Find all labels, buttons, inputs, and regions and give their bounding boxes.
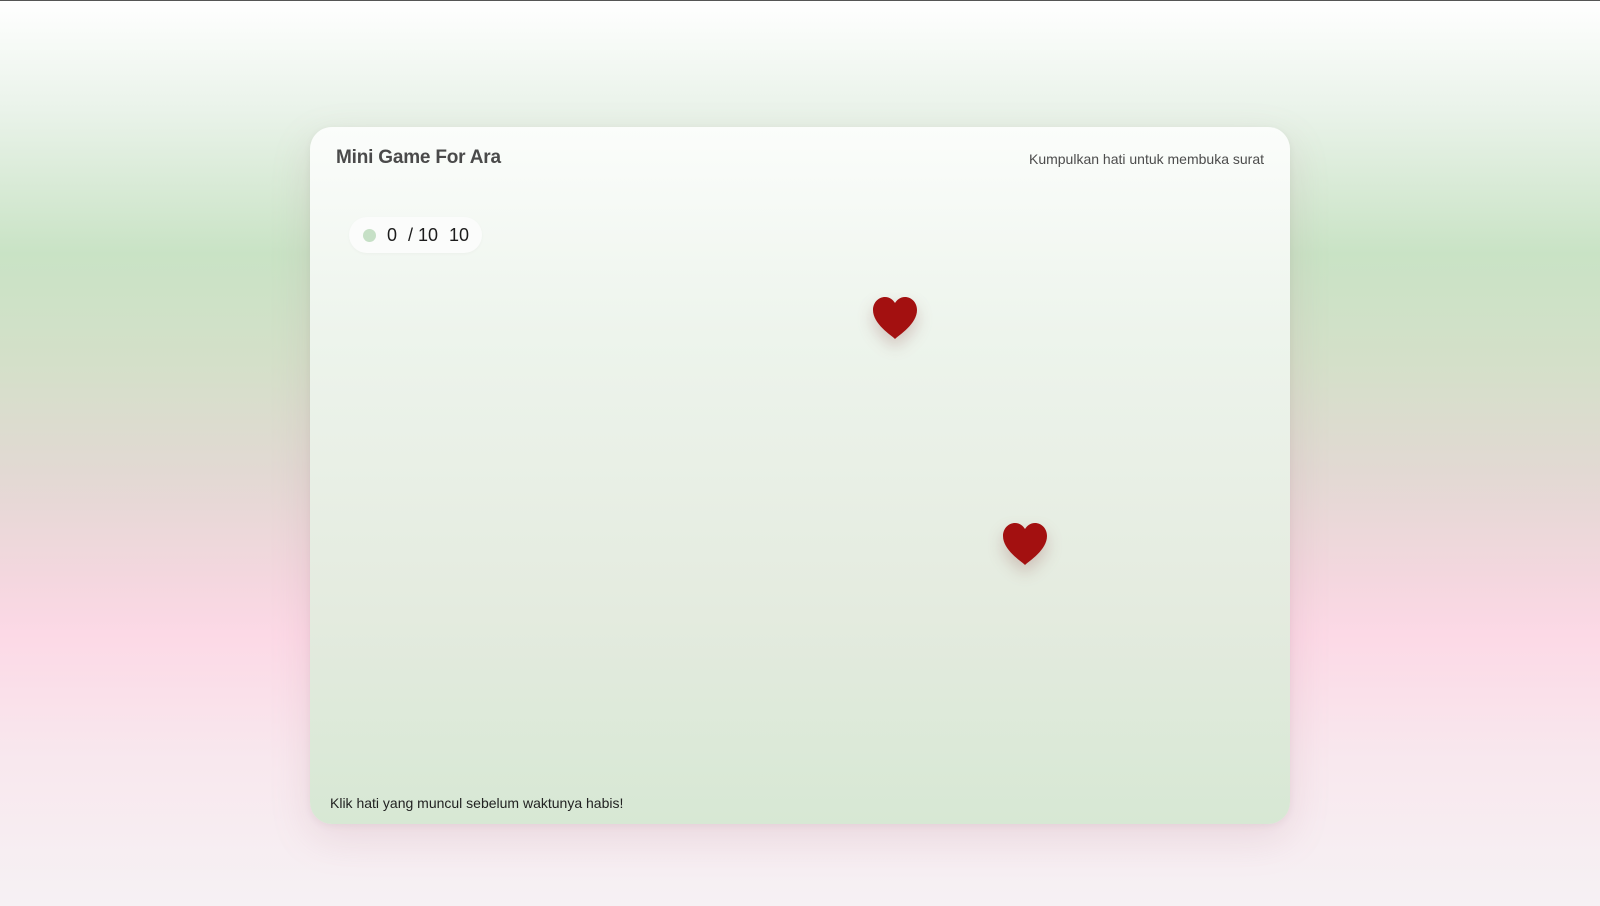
- time-left: 10: [449, 224, 470, 245]
- heart-icon[interactable]: [1000, 521, 1050, 567]
- game-subtitle: Kumpulkan hati untuk membuka surat: [1028, 151, 1264, 167]
- score-counter: 0 / 10 10: [349, 217, 483, 253]
- status-dot-icon: [363, 228, 376, 242]
- game-card: Mini Game For Ara Kumpulkan hati untuk m…: [310, 127, 1290, 824]
- instruction-text: Klik hati yang muncul sebelum waktunya h…: [330, 795, 624, 811]
- heart-icon[interactable]: [870, 295, 920, 341]
- game-title: Mini Game For Ara: [336, 147, 501, 168]
- collected-count: 0: [387, 224, 398, 245]
- target-count: / 10: [408, 224, 439, 245]
- window-top-border: [0, 0, 1600, 1]
